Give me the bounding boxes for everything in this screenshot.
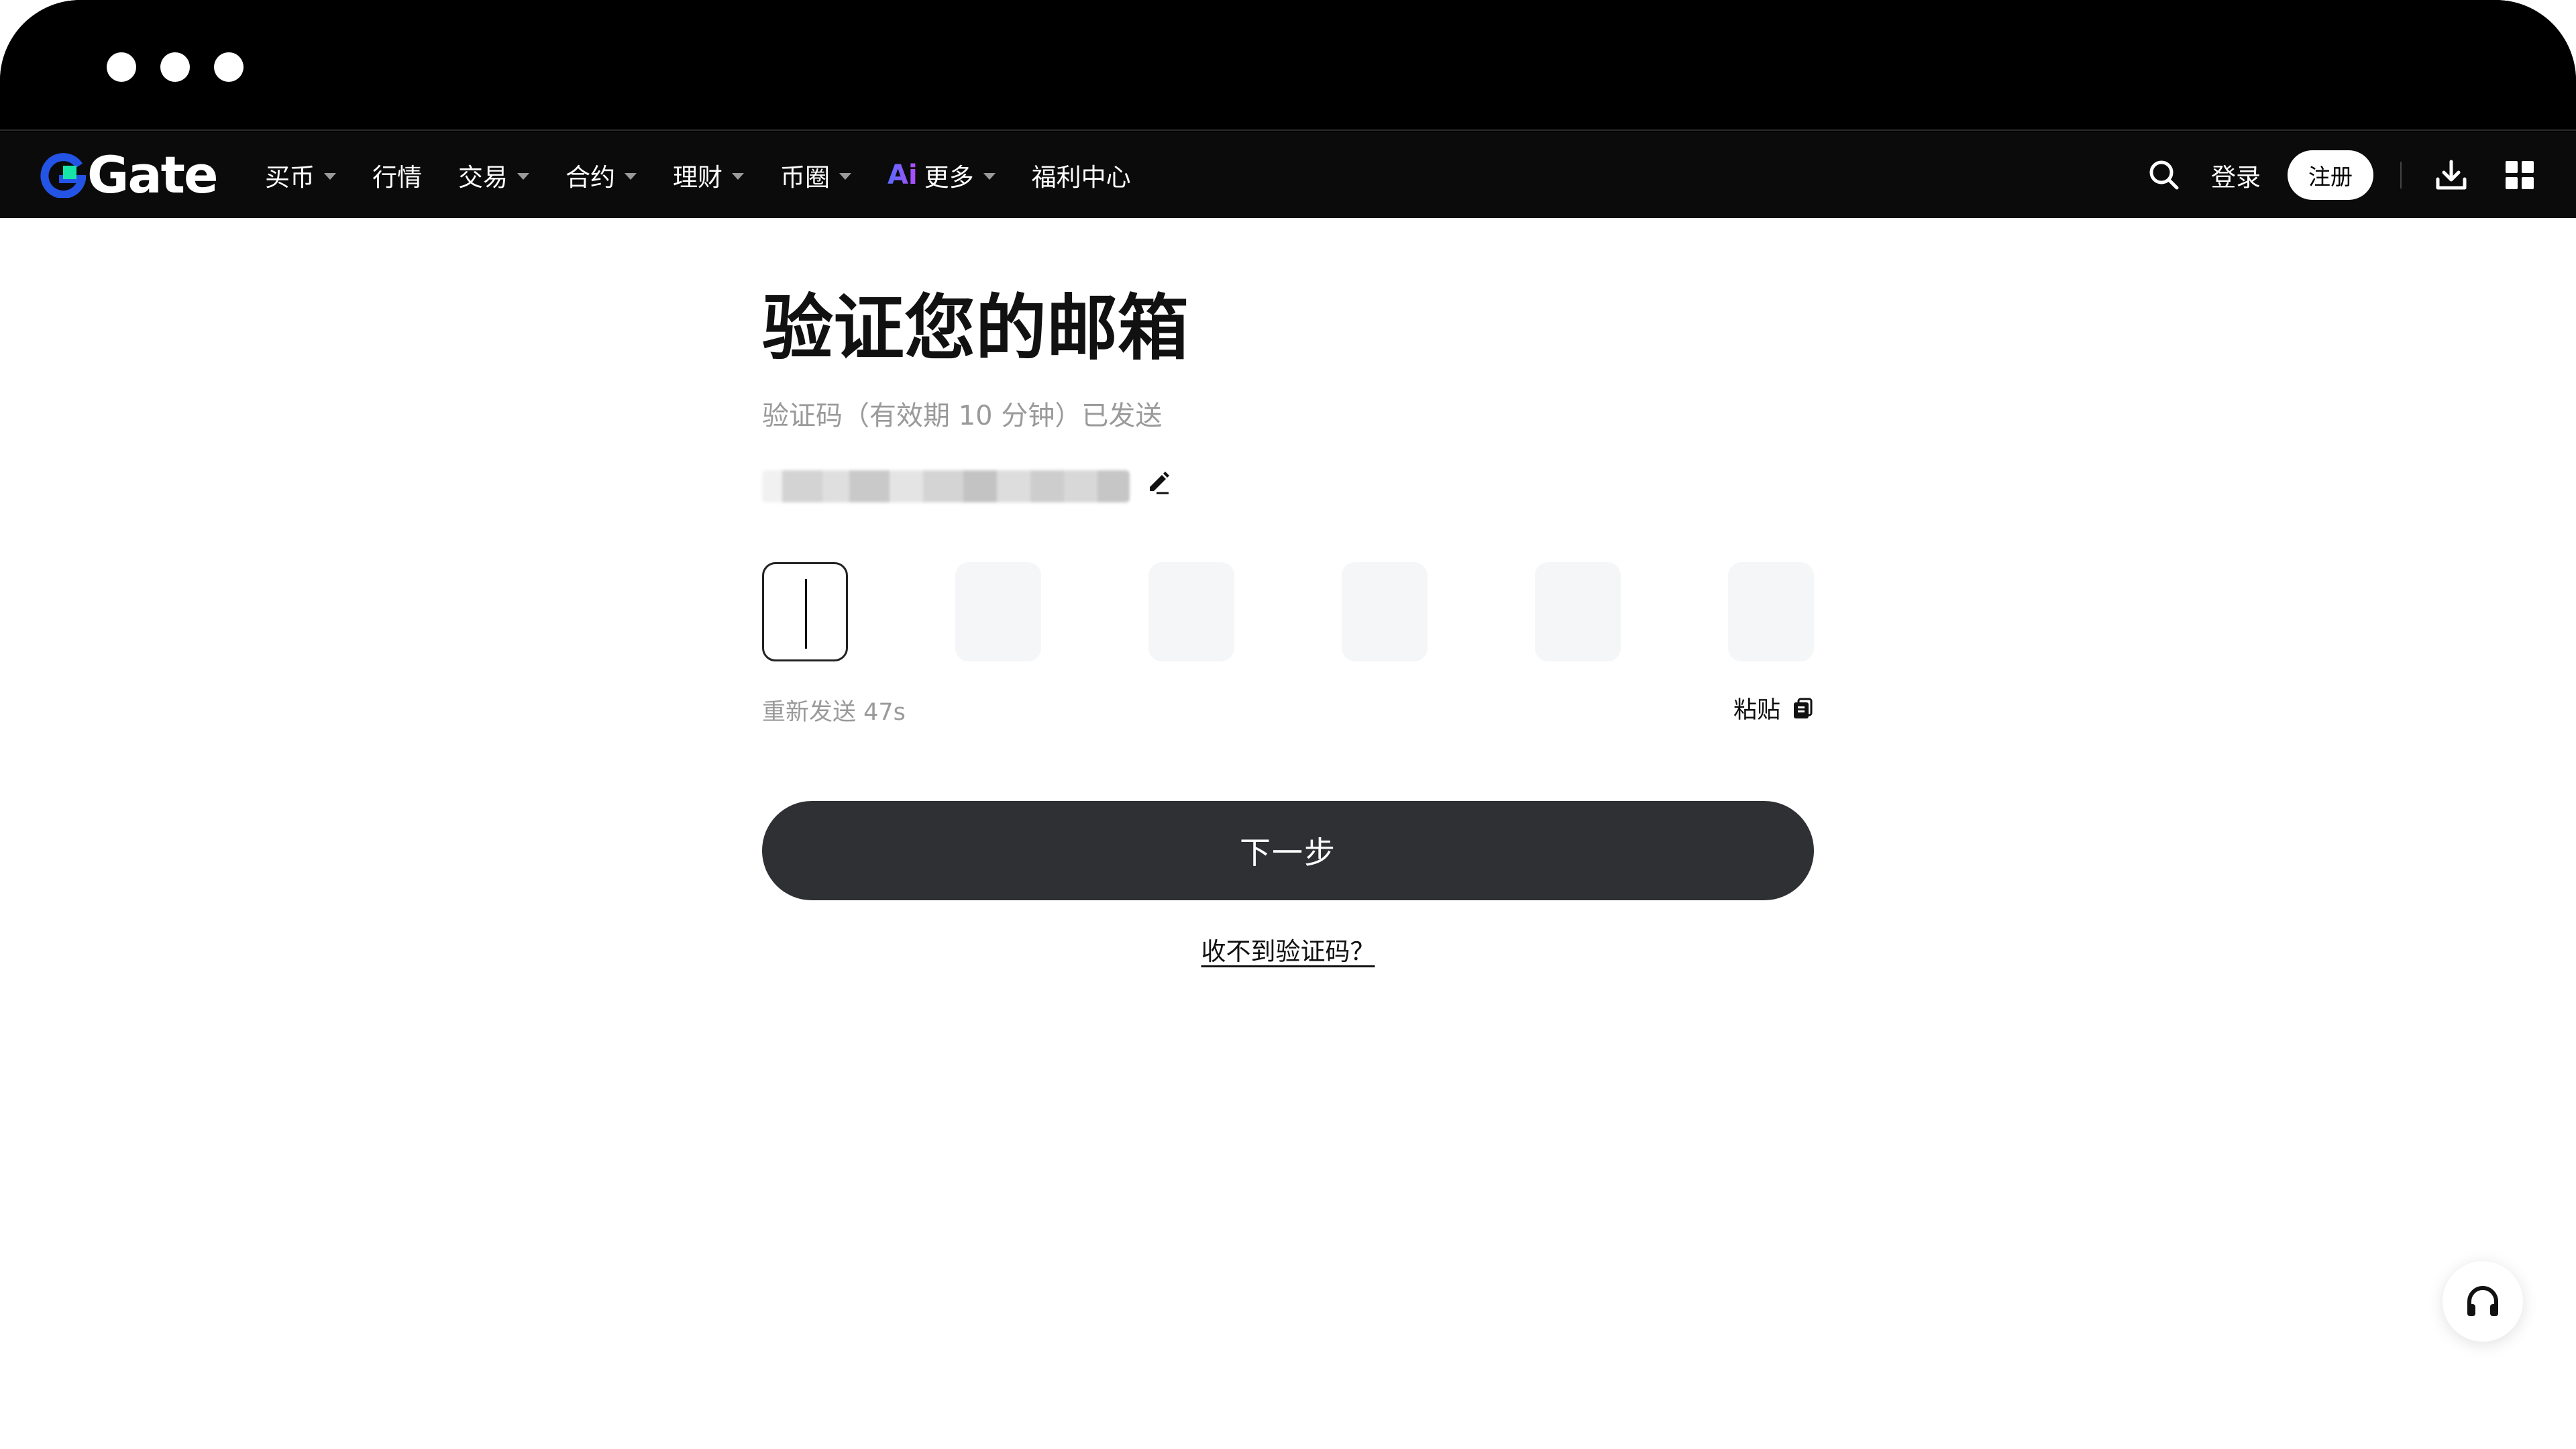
logo-text: Gate (87, 145, 219, 205)
code-digit-input-1[interactable] (762, 562, 848, 661)
code-digit-input-4[interactable] (1342, 562, 1428, 661)
page-title: 验证您的邮箱 (762, 287, 1189, 370)
caret-down-icon (839, 173, 851, 180)
browser-window: Gate 买币 行情 交易 合约 理财 币圈 Ai 更多 福利中心 登录 注册 … (0, 0, 2576, 1449)
nav-divider (2400, 162, 2402, 189)
nav-item-label: 合约 (566, 163, 615, 192)
caret-down-icon (732, 173, 744, 180)
masked-email (762, 470, 1130, 502)
search-icon[interactable] (2147, 158, 2182, 193)
window-maximize-button[interactable] (214, 52, 244, 82)
gate-logo[interactable]: Gate (40, 145, 219, 205)
nav-item-community[interactable]: 币圈 (780, 157, 851, 193)
paste-button[interactable]: 粘贴 (1733, 691, 1814, 725)
paste-label: 粘贴 (1733, 697, 1780, 724)
nav-item-label: 理财 (673, 163, 722, 192)
resend-countdown: 重新发送 47s (762, 699, 906, 726)
top-navigation: Gate 买币 行情 交易 合约 理财 币圈 Ai 更多 福利中心 登录 注册 (0, 132, 2576, 218)
caret-down-icon (517, 173, 529, 180)
edit-icon[interactable] (1144, 468, 1171, 495)
nav-item-label: 行情 (372, 163, 422, 192)
register-button[interactable]: 注册 (2288, 150, 2373, 200)
nav-item-more[interactable]: Ai 更多 (888, 157, 996, 193)
main-content: 验证您的邮箱 验证码（有效期 10 分钟）已发送 重新发送 47s 粘贴 下一步… (0, 218, 2576, 1449)
clipboard-icon (1794, 698, 1813, 718)
caret-down-icon (625, 173, 637, 180)
verification-code-inputs (762, 562, 1814, 661)
nav-item-markets[interactable]: 行情 (372, 157, 422, 193)
code-digit-input-2[interactable] (955, 562, 1041, 661)
nav-item-trade[interactable]: 交易 (458, 157, 529, 193)
grid-icon[interactable] (2504, 159, 2536, 191)
nav-item-label: 买币 (265, 163, 315, 192)
caret-down-icon (324, 173, 336, 180)
next-step-button[interactable]: 下一步 (762, 801, 1814, 900)
ai-badge-icon: Ai (888, 160, 918, 191)
no-code-label: 收不到验证码？ (1201, 937, 1375, 966)
nav-item-earn[interactable]: 理财 (673, 157, 744, 193)
login-link[interactable]: 登录 (2211, 157, 2261, 193)
nav-item-label: 更多 (924, 163, 974, 192)
nav-menu: 买币 行情 交易 合约 理财 币圈 Ai 更多 福利中心 (265, 132, 1167, 218)
text-cursor (805, 579, 807, 649)
nav-actions: 登录 注册 (2147, 132, 2536, 218)
nav-item-label: 交易 (458, 163, 508, 192)
headset-icon (2467, 1286, 2498, 1316)
customer-support-button[interactable] (2443, 1261, 2523, 1342)
download-icon[interactable] (2434, 158, 2469, 193)
no-code-received-link[interactable]: 收不到验证码？ (762, 931, 1814, 967)
verification-subtitle: 验证码（有效期 10 分钟）已发送 (762, 400, 1163, 431)
caret-down-icon (983, 173, 996, 180)
window-minimize-button[interactable] (160, 52, 190, 82)
code-digit-input-3[interactable] (1148, 562, 1234, 661)
nav-item-rewards-hub[interactable]: 福利中心 (1032, 157, 1131, 193)
window-close-button[interactable] (107, 52, 136, 82)
nav-item-label: 币圈 (780, 163, 830, 192)
nav-item-futures[interactable]: 合约 (566, 157, 637, 193)
title-bar (0, 0, 2576, 131)
gate-logo-icon (40, 153, 86, 198)
email-row (762, 466, 1171, 506)
code-digit-input-5[interactable] (1535, 562, 1621, 661)
nav-item-label: 福利中心 (1031, 163, 1131, 192)
code-digit-input-6[interactable] (1728, 562, 1814, 661)
nav-item-buy-crypto[interactable]: 买币 (265, 157, 336, 193)
